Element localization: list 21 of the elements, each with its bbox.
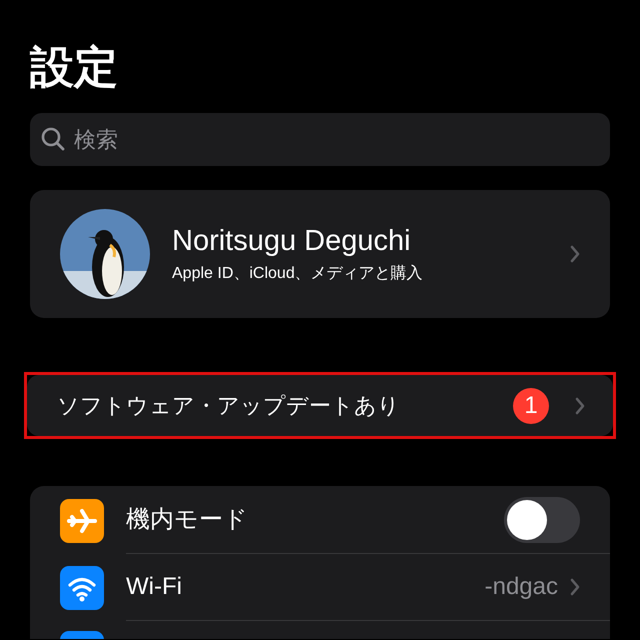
setting-label: 機内モード [126, 505, 249, 535]
profile-subtitle: Apple ID、iCloud、メディアと購入 [172, 264, 424, 284]
chevron-icon [570, 245, 580, 263]
settings-row[interactable]: 機内モード [30, 487, 610, 554]
page-title: 設定 [30, 42, 119, 94]
setting-label: Wi-Fi [126, 572, 183, 602]
setting-value: -ndgac [484, 572, 558, 602]
update-label: ソフトウェア・アップデートあり [57, 392, 401, 420]
profile-name: Noritsugu Deguchi [172, 224, 412, 258]
chevron-icon [575, 396, 585, 414]
software-update-row[interactable]: ソフトウェア・アップデートあり 1 [27, 375, 613, 436]
settings-row[interactable]: Wi-Fi -ndgac [30, 554, 610, 621]
app-icon [60, 631, 104, 639]
chevron-icon [570, 578, 580, 596]
notification-badge: 1 [513, 388, 549, 424]
profile-card[interactable]: Noritsugu Deguchi Apple ID、iCloud、メディアと購入 [30, 190, 610, 318]
airplane-icon [60, 498, 104, 542]
search-icon [40, 126, 66, 152]
search-field[interactable]: 検索 [30, 113, 610, 166]
wifi-icon [60, 566, 104, 610]
toggle-switch[interactable] [504, 497, 580, 543]
